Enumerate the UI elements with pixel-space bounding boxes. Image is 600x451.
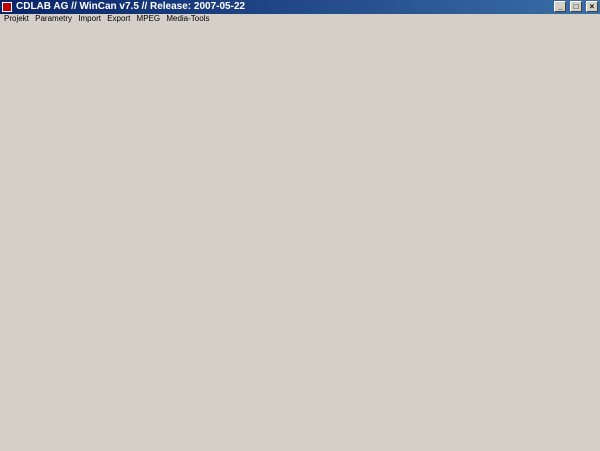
title-bar: CDLAB AG // WinCan v7.5 // Release: 2007… — [0, 0, 600, 14]
menu-import[interactable]: Import — [78, 14, 101, 24]
menu-export[interactable]: Export — [107, 14, 130, 24]
app-icon — [2, 2, 12, 12]
main-area — [0, 24, 600, 451]
menu-mpeg[interactable]: MPEG — [137, 14, 161, 24]
close-button[interactable]: × — [586, 1, 598, 12]
menu-bar: Projekt Parametry Import Export MPEG Med… — [0, 14, 600, 24]
menu-media-tools[interactable]: Media-Tools — [166, 14, 209, 24]
menu-parametry[interactable]: Parametry — [35, 14, 72, 24]
minimize-button[interactable]: _ — [554, 1, 567, 12]
menu-projekt[interactable]: Projekt — [4, 14, 29, 24]
window-title: CDLAB AG // WinCan v7.5 // Release: 2007… — [16, 1, 246, 12]
window-controls: _ □ × — [553, 1, 598, 13]
maximize-button[interactable]: □ — [570, 1, 583, 12]
